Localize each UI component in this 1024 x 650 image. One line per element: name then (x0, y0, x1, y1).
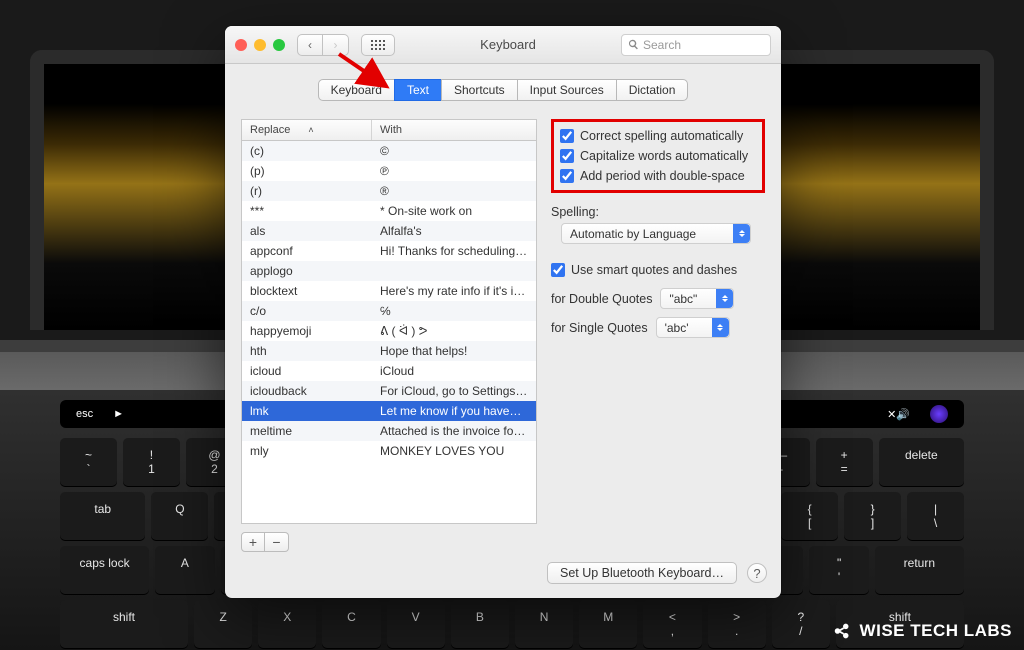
tab-bar: KeyboardTextShortcutsInput SourcesDictat… (225, 64, 781, 101)
header-replace: Replace (250, 124, 290, 136)
table-row[interactable]: appconfHi! Thanks for scheduling… (242, 241, 536, 261)
physical-key: <, (643, 600, 701, 648)
close-icon[interactable] (235, 39, 247, 51)
physical-key: |\ (907, 492, 964, 540)
window-title: Keyboard (395, 37, 621, 52)
correct-spelling-checkbox[interactable]: Correct spelling automatically (560, 126, 756, 146)
table-row[interactable]: (c)© (242, 141, 536, 161)
physical-key: caps lock (60, 546, 149, 594)
header-with: With (372, 120, 536, 140)
physical-key: C (322, 600, 380, 648)
physical-key: tab (60, 492, 145, 540)
smart-quotes-checkbox[interactable]: Use smart quotes and dashes (551, 260, 765, 280)
sort-ascending-icon: ˄ (308, 125, 313, 135)
physical-key: M (579, 600, 637, 648)
popup-arrows-icon (733, 224, 750, 243)
titlebar: ‹ › Keyboard Search (225, 26, 781, 64)
help-button[interactable]: ? (747, 563, 767, 583)
watermark-logo-icon (832, 620, 854, 642)
keyboard-preferences-window: ‹ › Keyboard Search KeyboardTextShortcut… (225, 26, 781, 598)
table-row[interactable]: icloudbackFor iCloud, go to Settings… (242, 381, 536, 401)
table-row[interactable]: (p)℗ (242, 161, 536, 181)
physical-key: A (155, 546, 214, 594)
minimize-icon[interactable] (254, 39, 266, 51)
play-icon: ► (113, 408, 124, 420)
popup-arrows-icon (716, 289, 733, 308)
physical-key: += (816, 438, 873, 486)
popup-arrows-icon (712, 318, 729, 337)
table-row[interactable]: mlyMONKEY LOVES YOU (242, 441, 536, 461)
tab-dictation[interactable]: Dictation (616, 79, 689, 101)
add-button[interactable]: + (241, 532, 265, 552)
tab-input-sources[interactable]: Input Sources (517, 79, 617, 101)
table-row[interactable]: alsAlfalfa's (242, 221, 536, 241)
single-quotes-label: for Single Quotes (551, 321, 648, 335)
tab-keyboard[interactable]: Keyboard (318, 79, 395, 101)
double-quotes-popup[interactable]: "abc" (660, 288, 734, 309)
add-period-checkbox[interactable]: Add period with double-space (560, 166, 756, 186)
replacements-table[interactable]: (c)©(p)℗(r)®**** On-site work onalsAlfal… (241, 140, 537, 524)
physical-key: Q (151, 492, 208, 540)
double-quotes-label: for Double Quotes (551, 292, 652, 306)
table-row[interactable]: hthHope that helps! (242, 341, 536, 361)
table-row[interactable]: meltimeAttached is the invoice fo… (242, 421, 536, 441)
table-row[interactable]: blocktextHere's my rate info if it's i… (242, 281, 536, 301)
physical-key: N (515, 600, 573, 648)
physical-key: !1 (123, 438, 180, 486)
spelling-popup[interactable]: Automatic by Language (561, 223, 751, 244)
physical-key: delete (879, 438, 964, 486)
physical-key: V (387, 600, 445, 648)
table-row[interactable]: icloudiCloud (242, 361, 536, 381)
physical-key: ?/ (772, 600, 830, 648)
table-row[interactable]: **** On-site work on (242, 201, 536, 221)
forward-button[interactable]: › (323, 34, 349, 56)
single-quotes-popup[interactable]: 'abc' (656, 317, 730, 338)
physical-key: ~` (60, 438, 117, 486)
physical-key: shift (60, 600, 188, 648)
siri-icon (930, 405, 948, 423)
physical-key: return (875, 546, 964, 594)
search-input[interactable]: Search (621, 34, 771, 56)
back-button[interactable]: ‹ (297, 34, 323, 56)
tab-text[interactable]: Text (394, 79, 442, 101)
remove-button[interactable]: − (265, 532, 289, 552)
physical-key: >. (708, 600, 766, 648)
table-row[interactable]: (r)® (242, 181, 536, 201)
bluetooth-keyboard-button[interactable]: Set Up Bluetooth Keyboard… (547, 562, 737, 584)
spelling-label: Spelling: (551, 205, 765, 219)
highlighted-options: Correct spelling automatically Capitaliz… (551, 119, 765, 193)
physical-key: B (451, 600, 509, 648)
table-row[interactable]: happyemojiᕕ ( ᐛ ) ᕗ (242, 321, 536, 341)
watermark: WISE TECH LABS (832, 620, 1012, 642)
table-row[interactable]: applogo (242, 261, 536, 281)
table-row[interactable]: lmkLet me know if you have… (242, 401, 536, 421)
physical-key: X (258, 600, 316, 648)
show-all-button[interactable] (361, 34, 395, 56)
mute-icon: ✕🔊 (887, 408, 910, 421)
search-icon (628, 39, 639, 50)
zoom-icon[interactable] (273, 39, 285, 51)
table-row[interactable]: c/o℅ (242, 301, 536, 321)
table-header[interactable]: Replace ˄ With (241, 119, 537, 140)
physical-key: }] (844, 492, 901, 540)
capitalize-checkbox[interactable]: Capitalize words automatically (560, 146, 756, 166)
physical-key: "' (809, 546, 868, 594)
tab-shortcuts[interactable]: Shortcuts (441, 79, 518, 101)
physical-key: Z (194, 600, 252, 648)
physical-key: {[ (781, 492, 838, 540)
touchbar-esc: esc (76, 408, 93, 420)
